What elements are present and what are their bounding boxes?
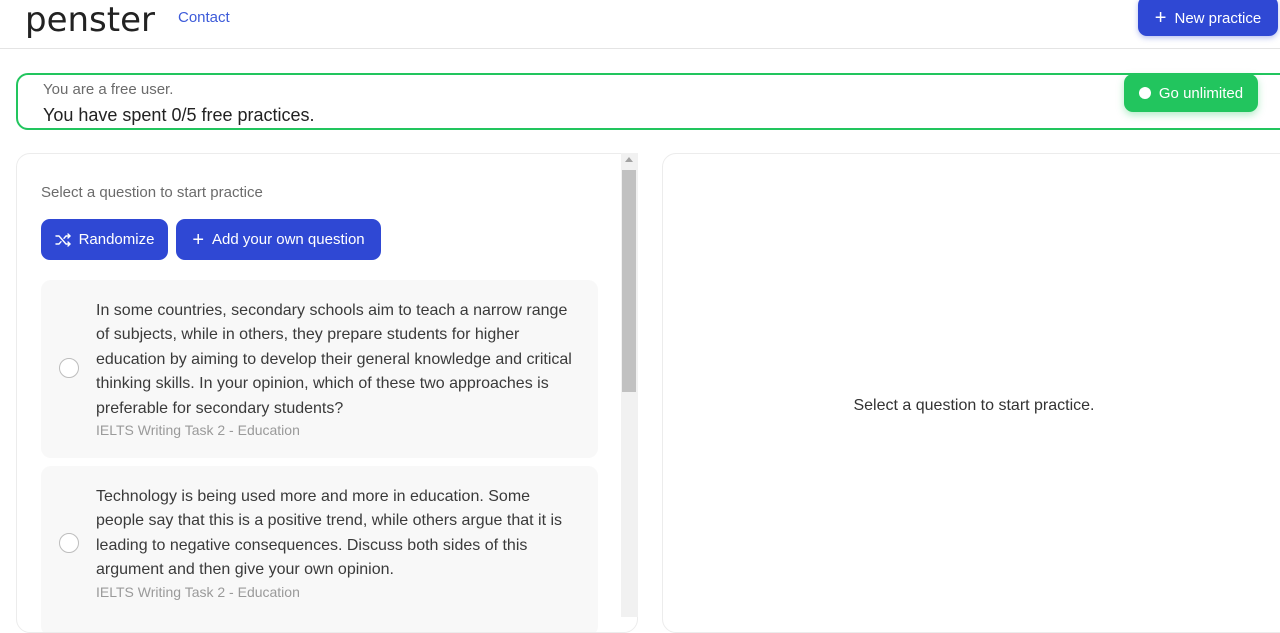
nav-link-contact[interactable]: Contact xyxy=(178,9,230,27)
question-text: In some countries, secondary schools aim… xyxy=(96,302,572,417)
shuffle-icon xyxy=(54,232,71,247)
dot-icon xyxy=(1138,87,1151,99)
question-category: IELTS Writing Task 2 - Education xyxy=(96,422,300,438)
practice-panel: Select a question to start practice. xyxy=(662,153,1280,633)
scroll-up-arrow-icon[interactable] xyxy=(625,157,633,162)
top-navbar: penster Contact + New practice xyxy=(0,0,1280,49)
plus-icon: + xyxy=(1154,7,1167,29)
go-unlimited-button[interactable]: Go unlimited xyxy=(1124,74,1258,112)
question-card[interactable]: Technology is being used more and more i… xyxy=(41,466,598,632)
banner-subtitle: You are a free user. xyxy=(43,81,174,98)
question-list-panel: Select a question to start practice Rand… xyxy=(16,153,638,633)
practice-empty-message: Select a question to start practice. xyxy=(853,397,1095,414)
plus-icon: + xyxy=(192,228,205,251)
question-list-scrollbar[interactable] xyxy=(621,153,638,617)
question-list-hint: Select a question to start practice xyxy=(41,184,263,201)
add-question-label: Add your own question xyxy=(212,231,365,248)
randomize-label: Randomize xyxy=(78,231,155,248)
question-card[interactable]: In some countries, secondary schools aim… xyxy=(41,280,598,458)
question-category: IELTS Writing Task 2 - Education xyxy=(96,584,300,600)
new-practice-label: New practice xyxy=(1174,9,1262,27)
free-user-banner: You are a free user. You have spent 0/5 … xyxy=(16,73,1280,130)
banner-message: You have spent 0/5 free practices. xyxy=(43,105,315,125)
randomize-button[interactable]: Randomize xyxy=(41,219,168,260)
new-practice-button[interactable]: + New practice xyxy=(1138,0,1278,36)
question-radio[interactable] xyxy=(59,358,79,378)
scrollbar-thumb[interactable] xyxy=(622,170,636,392)
question-text: Technology is being used more and more i… xyxy=(96,488,563,579)
question-radio[interactable] xyxy=(59,533,79,553)
add-own-question-button[interactable]: + Add your own question xyxy=(176,219,381,260)
go-unlimited-label: Go unlimited xyxy=(1158,84,1244,102)
logo[interactable]: penster xyxy=(25,0,155,40)
